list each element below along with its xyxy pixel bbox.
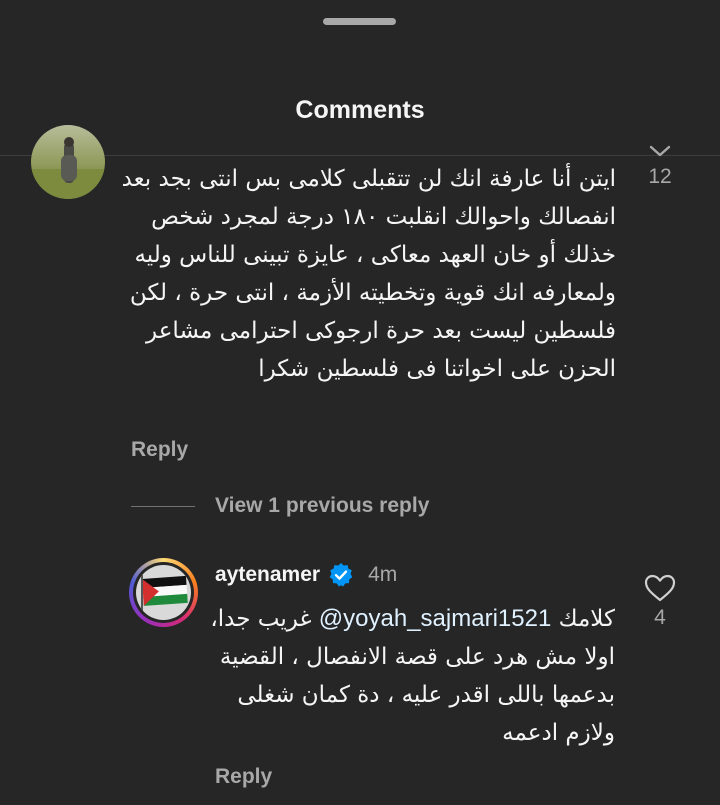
avatar[interactable] [129, 558, 198, 627]
mention-link[interactable]: @yoyah_sajmari1521 [319, 605, 552, 632]
comment-text: ايتن أنا عارفة انك لن تتقبلى كلامى بس ان… [121, 166, 616, 382]
view-replies-label: View 1 previous reply [215, 494, 430, 517]
like-button[interactable]: 12 [630, 145, 690, 189]
heart-icon [649, 145, 671, 157]
username-row: aytenamer 4m [215, 562, 397, 588]
reply-body: كلامك @yoyah_sajmari1521 غريب جدا، اولا … [210, 605, 615, 746]
heart-icon [644, 574, 676, 602]
reply-text: كلامك @yoyah_sajmari1521 غريب جدا، اولا … [205, 600, 615, 752]
avatar-ring-gap [133, 562, 194, 623]
reply-button[interactable]: Reply [131, 438, 188, 462]
header-divider [0, 155, 720, 156]
comments-sheet: Comments ايتن أنا عارفة انك لن تتقبلى كل… [0, 0, 720, 805]
drag-handle[interactable] [323, 18, 396, 25]
page-title: Comments [295, 96, 425, 124]
verified-badge-icon [329, 563, 353, 587]
view-replies-button[interactable]: View 1 previous reply [131, 494, 429, 518]
divider [131, 505, 195, 507]
avatar[interactable] [31, 125, 105, 199]
palestine-flag-avatar-icon [136, 565, 191, 620]
like-button[interactable]: 4 [630, 574, 690, 630]
timestamp: 4m [368, 563, 398, 586]
user-photo-avatar-icon [31, 125, 105, 199]
reply-button[interactable]: Reply [215, 765, 272, 789]
username[interactable]: aytenamer [215, 563, 320, 587]
like-count: 12 [648, 165, 672, 188]
like-count: 4 [654, 606, 666, 629]
